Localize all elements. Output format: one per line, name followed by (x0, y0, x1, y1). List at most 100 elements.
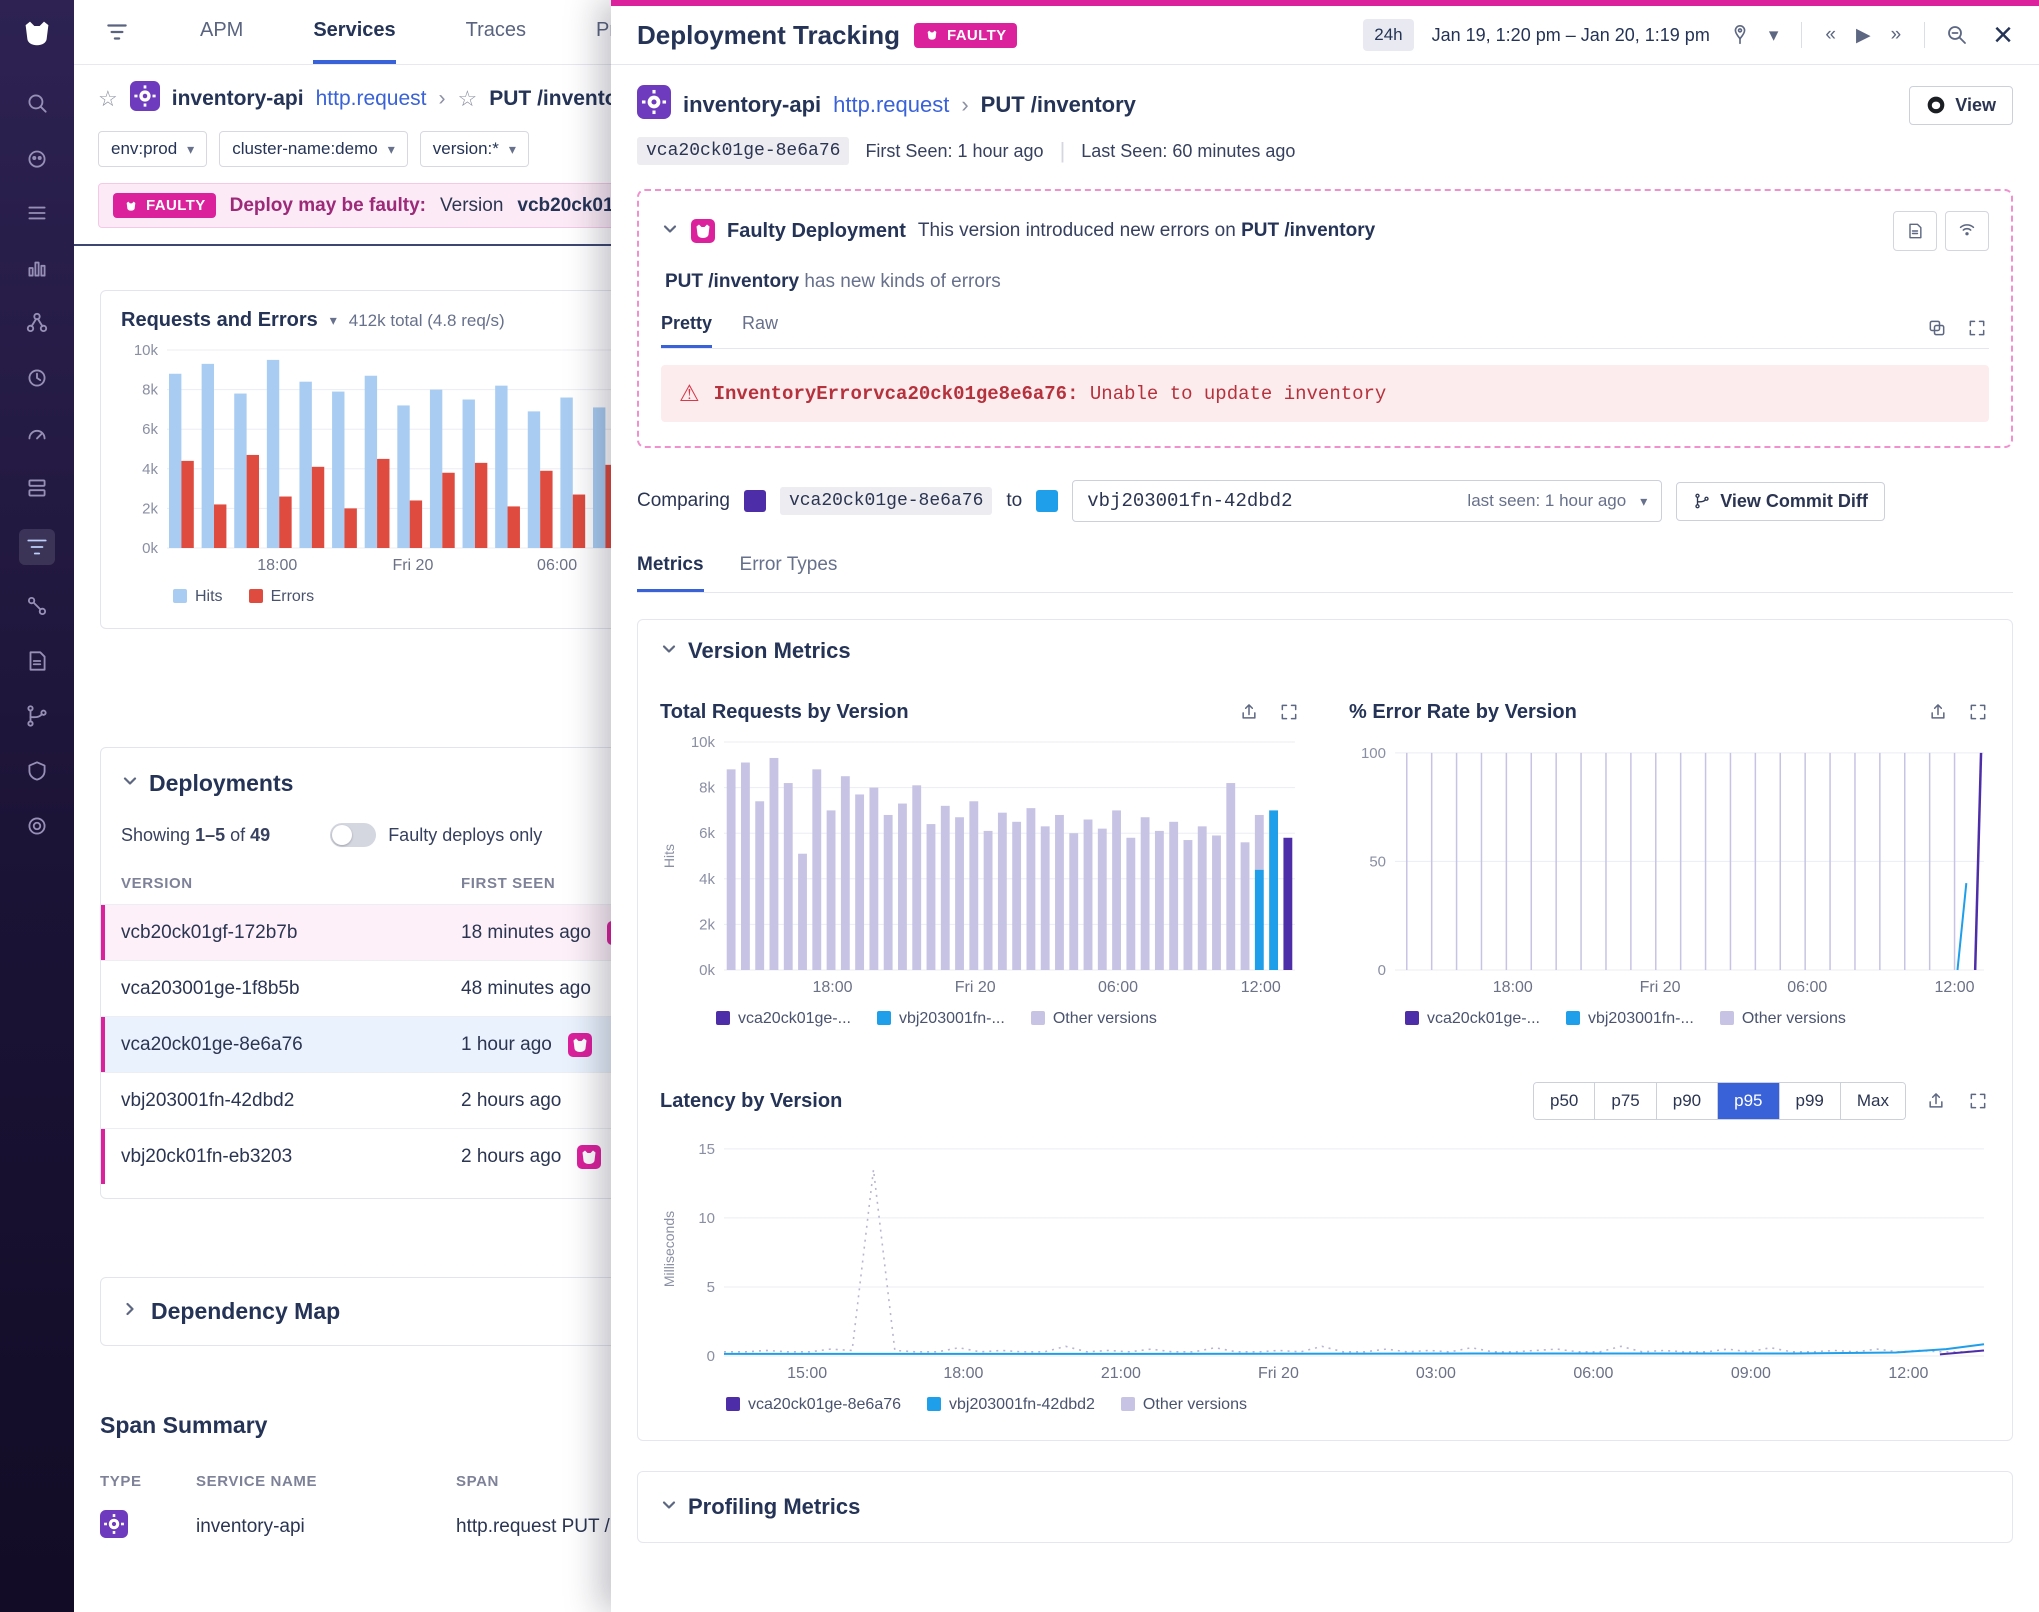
filter-env[interactable]: env:prod▾ (98, 131, 207, 167)
expand-icon[interactable] (1965, 316, 1989, 340)
time-preset[interactable]: 24h (1363, 19, 1413, 51)
dog-icon (924, 27, 940, 43)
monitors-icon[interactable] (23, 419, 51, 447)
workflows-icon[interactable] (23, 702, 51, 730)
play-icon[interactable]: ▶ (1853, 24, 1874, 47)
percentile-p90[interactable]: p90 (1656, 1083, 1717, 1119)
comparing-label: Comparing (637, 490, 730, 512)
version-a-chip[interactable]: vca20ck01ge-8e6a76 (780, 487, 992, 515)
percentile-max[interactable]: Max (1840, 1083, 1905, 1119)
legend-version-a[interactable]: vca20ck01ge-... (1405, 1010, 1540, 1028)
svg-text:Fri 20: Fri 20 (1258, 1365, 1299, 1382)
pin-icon[interactable] (1728, 23, 1752, 47)
error-rate-legend: vca20ck01ge-... vbj203001fn-... Other ve… (1405, 1010, 1990, 1028)
zoom-out-icon[interactable] (1945, 23, 1969, 47)
synthetics-icon[interactable] (23, 364, 51, 392)
legend-version-a[interactable]: vca20ck01ge-... (716, 1010, 851, 1028)
svg-text:18:00: 18:00 (1493, 979, 1533, 996)
network-icon[interactable] (23, 592, 51, 620)
watchdog-icon[interactable] (23, 144, 51, 172)
panel-endpoint[interactable]: PUT /inventory (981, 92, 1136, 118)
total-requests-chart[interactable]: 10k8k6k4k2k0k18:00Fri 2006:0012:00Hits (660, 736, 1301, 998)
tab-services[interactable]: Services (313, 0, 395, 64)
favorite-star-icon[interactable]: ☆ (98, 86, 118, 112)
legend-other-versions[interactable]: Other versions (1121, 1396, 1247, 1414)
chevron-right-icon[interactable] (121, 1300, 139, 1323)
filter-cluster[interactable]: cluster-name:demo▾ (219, 131, 408, 167)
version-chip[interactable]: vca20ck01ge-8e6a76 (637, 137, 849, 165)
panel-service[interactable]: inventory-api (683, 92, 821, 118)
time-range[interactable]: Jan 19, 1:20 pm – Jan 20, 1:19 pm (1432, 25, 1710, 46)
metrics-icon[interactable] (23, 254, 51, 282)
svg-text:6k: 6k (142, 421, 158, 438)
span-service[interactable]: inventory-api (196, 1516, 456, 1538)
percentile-p99[interactable]: p99 (1779, 1083, 1840, 1119)
error-summary-line: PUT /inventory has new kinds of errors (665, 271, 1989, 293)
service-map-icon[interactable] (23, 309, 51, 337)
funnel-icon[interactable] (104, 19, 130, 45)
expand-icon[interactable] (1966, 700, 1990, 724)
chevron-down-icon[interactable] (660, 640, 678, 663)
copy-icon[interactable] (1925, 316, 1949, 340)
chevron-down-icon[interactable] (661, 220, 679, 243)
tab-raw[interactable]: Raw (742, 313, 778, 348)
fast-forward-icon[interactable]: » (1888, 24, 1905, 46)
error-message[interactable]: ⚠ InventoryErrorvca20ck01ge8e6a76: Unabl… (661, 365, 1989, 422)
version-metrics-title: Version Metrics (688, 638, 851, 664)
percentile-p75[interactable]: p75 (1594, 1083, 1655, 1119)
deployments-count: Showing 1–5 of 49 (121, 825, 270, 846)
tab-error-types[interactable]: Error Types (740, 554, 838, 592)
legend-version-a[interactable]: vca20ck01ge-8e6a76 (726, 1396, 901, 1414)
view-commit-diff-button[interactable]: View Commit Diff (1676, 482, 1885, 521)
breadcrumb-service[interactable]: inventory-api (172, 87, 304, 111)
view-button[interactable]: View (1909, 86, 2013, 125)
chevron-down-icon[interactable]: ▾ (330, 312, 337, 329)
error-rate-chart[interactable]: 10050018:00Fri 2006:0012:00 (1349, 736, 1990, 998)
legend-version-b[interactable]: vbj203001fn-... (877, 1010, 1005, 1028)
percentile-p95[interactable]: p95 (1717, 1083, 1778, 1119)
svg-text:8k: 8k (699, 780, 715, 797)
datadog-logo[interactable] (16, 12, 58, 59)
chevron-down-icon[interactable] (660, 1496, 678, 1519)
banner-text: Deploy may be faulty: (230, 195, 426, 217)
svg-text:18:00: 18:00 (257, 557, 297, 574)
chevron-down-icon[interactable]: ▾ (1766, 24, 1782, 47)
export-icon[interactable] (1926, 700, 1950, 724)
breadcrumb-operation[interactable]: http.request (316, 87, 427, 111)
logs-icon-button[interactable] (1893, 211, 1937, 251)
legend-hits[interactable]: Hits (173, 588, 223, 606)
security-icon[interactable] (23, 757, 51, 785)
percentile-p50[interactable]: p50 (1534, 1083, 1594, 1119)
legend-other-versions[interactable]: Other versions (1720, 1010, 1846, 1028)
legend-errors[interactable]: Errors (249, 588, 315, 606)
apm-icon[interactable] (19, 529, 55, 565)
tab-traces[interactable]: Traces (466, 0, 526, 64)
infrastructure-icon[interactable] (23, 474, 51, 502)
export-icon[interactable] (1924, 1089, 1948, 1113)
profiling-metrics-section[interactable]: Profiling Metrics (637, 1471, 2013, 1543)
tab-apm[interactable]: APM (200, 0, 243, 64)
search-icon[interactable] (23, 89, 51, 117)
faulty-deploys-toggle[interactable] (330, 823, 376, 847)
profiling-icon[interactable] (23, 812, 51, 840)
deployments-title: Deployments (149, 770, 293, 797)
favorite-star-icon[interactable]: ☆ (458, 86, 478, 112)
expand-icon[interactable] (1966, 1089, 1990, 1113)
legend-version-b[interactable]: vbj203001fn-42dbd2 (927, 1396, 1095, 1414)
logs-icon[interactable] (23, 647, 51, 675)
legend-version-b[interactable]: vbj203001fn-... (1566, 1010, 1694, 1028)
list-icon[interactable] (23, 199, 51, 227)
tab-pretty[interactable]: Pretty (661, 313, 712, 348)
rewind-icon[interactable]: « (1822, 24, 1839, 46)
related-signals-icon-button[interactable] (1945, 211, 1989, 251)
export-icon[interactable] (1237, 700, 1261, 724)
tab-metrics[interactable]: Metrics (637, 554, 704, 592)
panel-operation[interactable]: http.request (833, 92, 949, 118)
compare-version-select[interactable]: vbj203001fn-42dbd2 last seen: 1 hour ago… (1072, 480, 1662, 522)
expand-icon[interactable] (1277, 700, 1301, 724)
filter-version[interactable]: version:*▾ (420, 131, 529, 167)
latency-chart[interactable]: 15105015:0018:0021:00Fri 2003:0006:0009:… (660, 1136, 1990, 1384)
chevron-down-icon[interactable] (121, 772, 139, 795)
legend-other-versions[interactable]: Other versions (1031, 1010, 1157, 1028)
close-icon[interactable]: × (1993, 18, 2013, 52)
